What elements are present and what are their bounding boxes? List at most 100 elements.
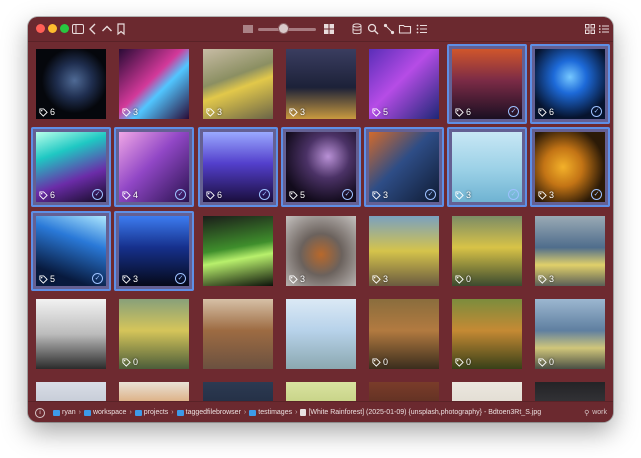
thumbnail-cell[interactable]: 6 ✓ [198,127,278,207]
info-icon[interactable]: i [35,407,45,418]
thumbnail-cell[interactable] [31,294,111,374]
list-view-icon[interactable] [596,21,612,37]
breadcrumb-item[interactable]: workspace [83,409,126,416]
file-icon [300,409,307,416]
thumbnail-cell[interactable]: 0 [447,294,527,374]
thumbnail-image [286,299,356,369]
folder-icon [53,409,60,416]
thumbnail-cell[interactable]: 3 [198,44,278,124]
selected-check-icon: ✓ [92,189,103,200]
thumbnail-cell[interactable]: 5 [364,44,444,124]
tag-count-badge: 3 [372,274,388,284]
selected-check-icon: ✓ [591,106,602,117]
tag-count: 3 [466,190,472,200]
tag-count-badge: 3 [122,107,138,117]
thumbnail-cell[interactable] [281,294,361,374]
tag-count-badge: 6 [455,107,471,117]
thumbnail-cell[interactable]: 3 ✓ [364,127,444,207]
toolbar [28,17,613,42]
database-icon[interactable] [349,21,365,37]
thumbnail-image [203,216,273,286]
minimize-window-button[interactable] [48,24,57,33]
tag-count: 3 [133,107,139,117]
tag-icon [206,190,215,200]
tag-count: 0 [466,357,472,367]
selected-check-icon: ✓ [591,189,602,200]
tag-count: 6 [466,107,472,117]
tag-icon [455,107,464,117]
thumbnail-cell[interactable]: 5 ✓ [281,127,361,207]
thumbnail-cell[interactable]: 0 [114,294,194,374]
breadcrumb-separator: › [171,409,174,416]
tag-count-badge: 3 [206,107,222,117]
tag-icon [39,190,48,200]
tag-icon [455,190,464,200]
tag-count: 4 [133,190,139,200]
tag-count-badge: 4 [122,190,138,200]
tag-icon [289,274,298,284]
tag-count: 6 [50,107,56,117]
tag-count-badge: 6 [538,107,554,117]
thumbnail-cell[interactable]: 3 [364,211,444,291]
breadcrumb-item[interactable]: taggedfilebrowser [176,409,241,416]
selected-check-icon: ✓ [175,189,186,200]
thumbnail-cell[interactable]: 6 [31,44,111,124]
tag-icon [289,190,298,200]
folder-icon [249,409,257,416]
breadcrumb-item[interactable]: testimages [249,409,292,416]
tag-count-badge: 0 [372,357,388,367]
thumbnail-cell[interactable]: 6 ✓ [530,44,610,124]
thumbnail-cell[interactable]: 3 [114,44,194,124]
thumbnail-cell[interactable] [198,211,278,291]
breadcrumb-item[interactable]: projects [134,409,168,416]
thumbnail-cell[interactable]: 3 ✓ [447,127,527,207]
thumbnail-cell[interactable] [198,294,278,374]
tag-count-badge: 3 [289,274,305,284]
tag-count: 0 [466,274,472,284]
grid-density-icon[interactable] [321,21,337,37]
tag-count: 3 [300,274,306,284]
thumbnail-cell[interactable]: 0 [364,294,444,374]
tag-icon [538,190,547,200]
workspace-indicator[interactable]: ⚲ work [584,409,607,417]
folder-icon[interactable] [397,21,413,37]
tag-icon [455,274,464,284]
close-window-button[interactable] [36,24,45,33]
selected-check-icon: ✓ [342,189,353,200]
selected-check-icon: ✓ [175,273,186,284]
search-icon[interactable] [365,21,381,37]
tag-count: 6 [50,190,56,200]
breadcrumb-separator: › [243,409,247,416]
thumbnail-cell[interactable]: 3 [530,211,610,291]
thumbnail-cell[interactable]: 3 ✓ [114,211,194,291]
tag-icon [455,357,464,367]
zoom-window-button[interactable] [60,24,69,33]
graph-icon[interactable] [381,21,397,37]
tag-icon [206,107,215,117]
thumbnail-cell[interactable]: 0 [447,211,527,291]
thumbnail-cell[interactable]: 6 ✓ [31,127,111,207]
app-window: 6 3 3 3 5 6 ✓ 6 ✓ 6 ✓ 4 ✓ 6 ✓ 5 ✓ 3 ✓ 3 ✓ 3 ✓ 5 ✓ 3 ✓ 3 3 0 3 0 0 0 0 i ry… [28,17,613,422]
thumbnail-cell[interactable]: 5 ✓ [31,211,111,291]
tag-icon [39,274,48,284]
breadcrumb-file[interactable]: [White Rainforest] (2025-01-09) {unsplas… [300,409,541,416]
sidebar-toggle-icon[interactable] [70,21,86,37]
thumbnail-size-slider-knob[interactable] [278,23,289,34]
breadcrumb-item[interactable]: ryan [53,409,76,416]
tag-count: 0 [383,357,389,367]
thumbnail-cell[interactable]: 4 ✓ [114,127,194,207]
tag-icon [122,274,131,284]
breadcrumb-separator: › [295,409,298,416]
tag-count-badge: 5 [289,190,305,200]
thumbnail-cell[interactable]: 6 ✓ [447,44,527,124]
thumbnail-cell[interactable]: 3 ✓ [530,127,610,207]
thumbnail-cell[interactable]: 3 [281,211,361,291]
bookmark-icon[interactable] [113,21,129,37]
list-density-icon[interactable] [240,21,256,37]
tag-icon [372,357,381,367]
thumbnail-cell[interactable]: 3 [281,44,361,124]
thumbnail-cell[interactable]: 0 [530,294,610,374]
tag-count-badge: 3 [538,190,554,200]
list-filter-icon[interactable] [414,21,430,37]
tag-count-badge: 0 [122,357,138,367]
